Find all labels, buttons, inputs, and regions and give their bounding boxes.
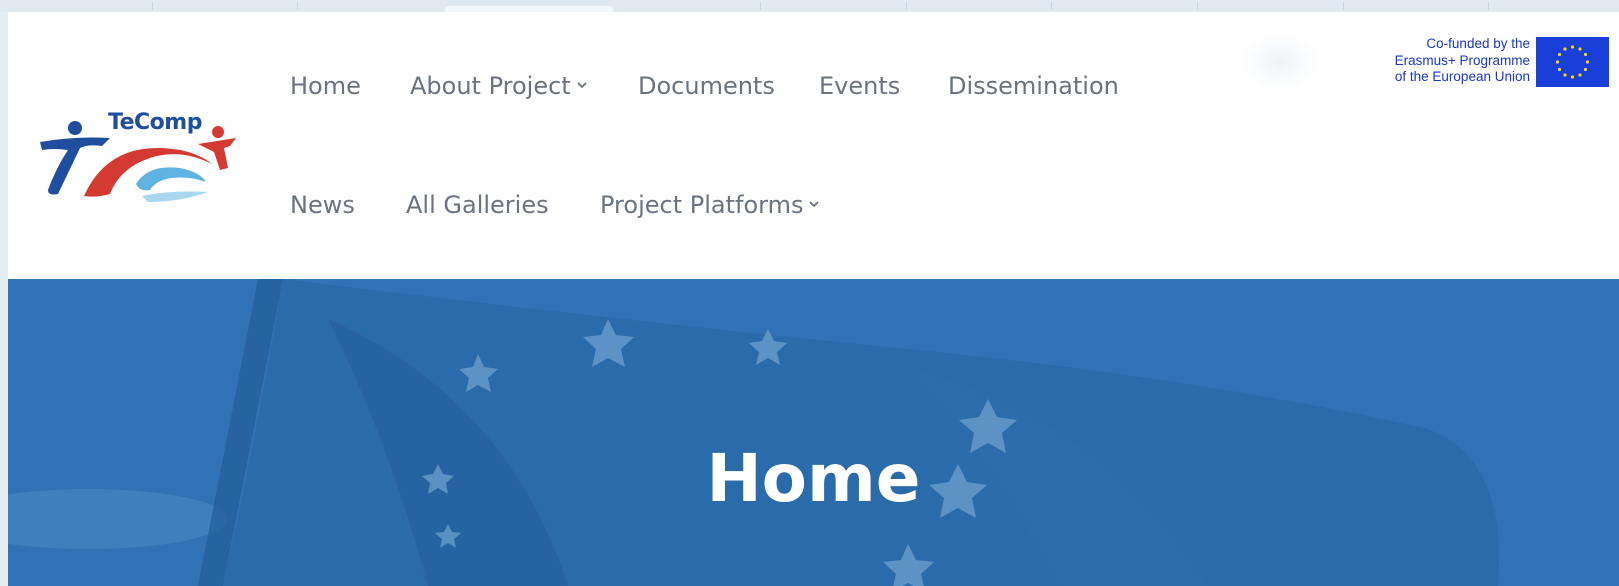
tab-separator	[1488, 2, 1489, 10]
nav-item-label: Documents	[638, 72, 775, 100]
logo-wordmark: TeComp	[108, 110, 202, 135]
tab-separator	[906, 2, 907, 10]
hero-banner: Home	[8, 279, 1619, 586]
tab-separator	[297, 2, 298, 10]
nav-item-about-project[interactable]: About Project	[410, 72, 587, 100]
eu-flag-icon	[1536, 37, 1609, 87]
tab-separator	[1343, 2, 1344, 10]
eu-cofunded-banner: Co-funded by the Erasmus+ Programme of t…	[1326, 36, 1616, 88]
chevron-down-icon	[809, 201, 820, 208]
site-logo[interactable]: TeComp	[30, 98, 240, 208]
chevron-down-icon	[577, 82, 587, 89]
nav-item-label: News	[290, 191, 355, 219]
nav-item-label: Project Platforms	[600, 191, 804, 219]
nav-item-all-galleries[interactable]: All Galleries	[406, 191, 549, 219]
nav-item-label: Dissemination	[948, 72, 1119, 100]
page-title: Home	[706, 440, 921, 518]
nav-item-label: All Galleries	[406, 191, 549, 219]
eu-text-line: Erasmus+ Programme	[1394, 52, 1530, 68]
browser-tab-strip	[0, 0, 1619, 12]
eu-flag-background-image	[8, 279, 1619, 586]
web-page: TeComp Home About Project Documents Even…	[8, 12, 1619, 586]
nav-item-label: Events	[819, 72, 901, 100]
nav-item-documents[interactable]: Documents	[638, 72, 775, 100]
tab-separator	[1051, 2, 1052, 10]
site-header: TeComp Home About Project Documents Even…	[8, 12, 1619, 279]
tab-separator	[1197, 2, 1198, 10]
tab-separator	[152, 2, 153, 10]
eu-cofunded-text: Co-funded by the Erasmus+ Programme of t…	[1350, 36, 1530, 86]
nav-item-news[interactable]: News	[290, 191, 355, 219]
nav-item-events[interactable]: Events	[819, 72, 900, 100]
nav-item-label: About Project	[410, 72, 571, 100]
eu-text-line: Co-funded by the	[1426, 36, 1530, 51]
faint-logo-image	[1240, 32, 1320, 92]
eu-text-line: of the European Union	[1394, 69, 1530, 84]
nav-item-label: Home	[290, 72, 361, 100]
nav-item-project-platforms[interactable]: Project Platforms	[600, 191, 820, 219]
nav-item-dissemination[interactable]: Dissemination	[948, 72, 1119, 100]
nav-item-home[interactable]: Home	[290, 72, 361, 100]
tab-separator	[760, 2, 761, 10]
